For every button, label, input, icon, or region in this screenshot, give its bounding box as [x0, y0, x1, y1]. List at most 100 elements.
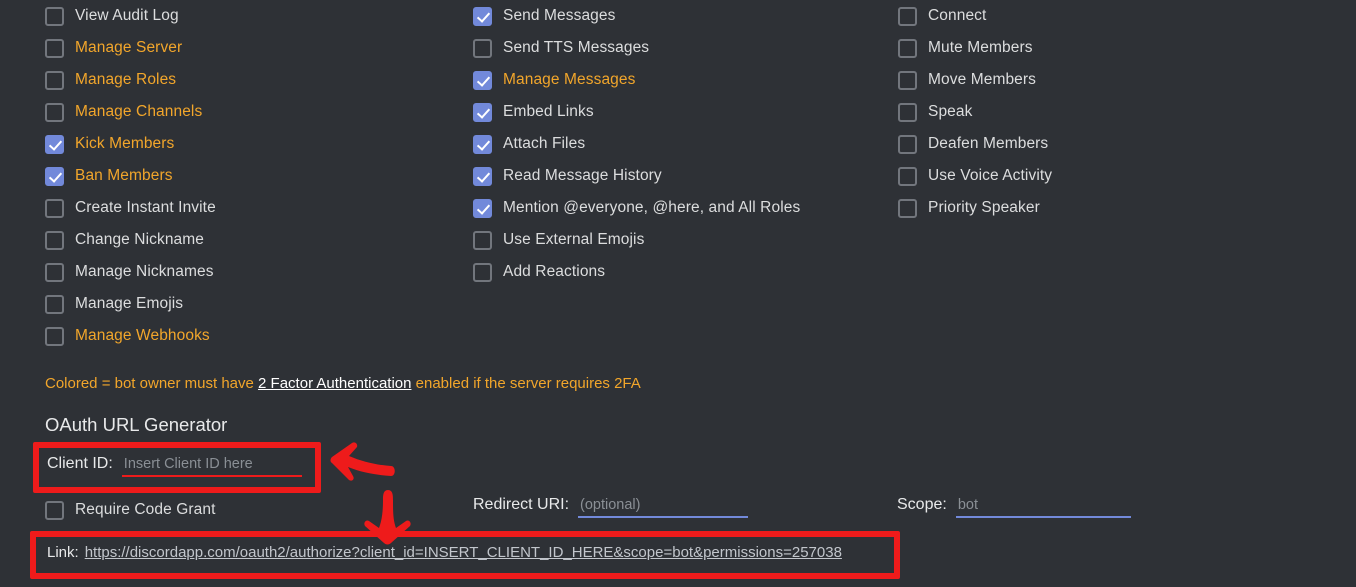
permission-checkbox[interactable]: [45, 294, 64, 314]
require-code-grant-label: Require Code Grant: [75, 501, 216, 518]
client-id-label: Client ID:: [47, 455, 113, 472]
permission-checkbox[interactable]: [45, 70, 64, 90]
generated-oauth-url[interactable]: https://discordapp.com/oauth2/authorize?…: [85, 544, 842, 561]
permission-label: Manage Webhooks: [75, 327, 210, 344]
permission-label: Manage Nicknames: [75, 263, 214, 280]
permission-checkbox[interactable]: [473, 70, 492, 90]
permission-label: Manage Messages: [503, 71, 636, 88]
permission-checkbox[interactable]: [473, 262, 492, 282]
permission-row[interactable]: View Audit Log: [45, 0, 216, 32]
permission-row[interactable]: Connect: [898, 0, 1052, 32]
permission-checkbox[interactable]: [45, 198, 64, 218]
permission-row[interactable]: Read Message History: [473, 160, 800, 192]
permission-row[interactable]: Use External Emojis: [473, 224, 800, 256]
permission-row[interactable]: Kick Members: [45, 128, 216, 160]
permission-label: Use Voice Activity: [928, 167, 1053, 184]
permission-label: Send TTS Messages: [503, 39, 650, 56]
permission-label: Read Message History: [503, 167, 662, 184]
permission-label: Deafen Members: [928, 135, 1049, 152]
permission-label: Manage Emojis: [75, 295, 184, 312]
permission-row[interactable]: Manage Webhooks: [45, 320, 216, 352]
permission-checkbox[interactable]: [473, 198, 492, 218]
client-id-input[interactable]: [121, 456, 302, 477]
permission-checkbox[interactable]: [45, 166, 64, 186]
permission-row[interactable]: Speak: [898, 96, 1052, 128]
permission-checkbox[interactable]: [473, 134, 492, 154]
permission-checkbox[interactable]: [45, 102, 64, 122]
redirect-uri-input[interactable]: [578, 497, 749, 518]
permission-checkbox[interactable]: [45, 230, 64, 250]
permission-checkbox[interactable]: [473, 38, 492, 58]
permission-label: Manage Roles: [75, 71, 177, 88]
permission-row[interactable]: Mention @everyone, @here, and All Roles: [473, 192, 800, 224]
arrow-left-icon: [330, 442, 395, 481]
permission-row[interactable]: Manage Server: [45, 32, 216, 64]
permission-row[interactable]: Add Reactions: [473, 256, 800, 288]
bot-permissions-page: View Audit Log Manage Server Manage Roles M…: [0, 0, 1356, 587]
permission-label: Manage Channels: [75, 103, 203, 120]
permission-row[interactable]: Manage Emojis: [45, 288, 216, 320]
permission-row[interactable]: Attach Files: [473, 128, 800, 160]
permission-checkbox[interactable]: [898, 70, 917, 90]
permission-checkbox[interactable]: [473, 6, 492, 26]
permission-checkbox[interactable]: [898, 166, 917, 186]
two-factor-note-after: enabled if the server requires 2FA: [411, 375, 641, 392]
permission-label: View Audit Log: [75, 7, 179, 24]
permission-label: Mute Members: [928, 39, 1033, 56]
permission-column-voice: Connect Mute Members Move Members Speak Deaf…: [898, 0, 1052, 224]
permission-label: Move Members: [928, 71, 1037, 88]
permission-row[interactable]: Embed Links: [473, 96, 800, 128]
permission-checkbox[interactable]: [898, 134, 917, 154]
permission-label: Add Reactions: [503, 263, 606, 280]
permission-checkbox[interactable]: [473, 102, 492, 122]
permission-checkbox[interactable]: [45, 326, 64, 346]
permission-checkbox[interactable]: [45, 6, 64, 26]
permission-label: Use External Emojis: [503, 231, 645, 248]
permission-row[interactable]: Create Instant Invite: [45, 192, 216, 224]
permission-row[interactable]: Manage Roles: [45, 64, 216, 96]
scope-row: Scope:: [897, 496, 1131, 518]
permission-row[interactable]: Mute Members: [898, 32, 1052, 64]
permission-row[interactable]: Send Messages: [473, 0, 800, 32]
permission-column-general: View Audit Log Manage Server Manage Roles M…: [45, 0, 216, 352]
permission-checkbox[interactable]: [45, 134, 64, 154]
permission-checkbox[interactable]: [898, 6, 917, 26]
permission-row[interactable]: Manage Nicknames: [45, 256, 216, 288]
permission-row[interactable]: Deafen Members: [898, 128, 1052, 160]
redirect-uri-row: Redirect URI:: [473, 496, 749, 518]
scope-input[interactable]: [955, 497, 1131, 518]
permission-label: Send Messages: [503, 7, 616, 24]
generated-link-row: Link: https://discordapp.com/oauth2/auth…: [47, 544, 842, 561]
oauth-url-generator-heading: OAuth URL Generator: [45, 414, 228, 435]
permission-row[interactable]: Priority Speaker: [898, 192, 1052, 224]
two-factor-note-before: Colored = bot owner must have: [45, 375, 259, 392]
permission-checkbox[interactable]: [898, 198, 917, 218]
require-code-grant-checkbox[interactable]: [45, 500, 64, 520]
permission-label: Connect: [928, 7, 987, 24]
permission-label: Manage Server: [75, 39, 183, 56]
permission-checkbox[interactable]: [45, 38, 64, 58]
permission-label: Create Instant Invite: [75, 199, 216, 216]
permission-label: Ban Members: [75, 167, 173, 184]
permission-label: Embed Links: [503, 103, 594, 120]
permission-checkbox[interactable]: [45, 262, 64, 282]
permission-row[interactable]: Use Voice Activity: [898, 160, 1052, 192]
permission-checkbox[interactable]: [473, 166, 492, 186]
permission-checkbox[interactable]: [473, 230, 492, 250]
redirect-uri-label: Redirect URI:: [473, 496, 570, 513]
permission-label: Mention @everyone, @here, and All Roles: [503, 199, 801, 216]
permission-checkbox[interactable]: [898, 102, 917, 122]
link-label: Link:: [47, 544, 79, 561]
permission-label: Priority Speaker: [928, 199, 1040, 216]
permission-row[interactable]: Manage Channels: [45, 96, 216, 128]
permission-row[interactable]: Change Nickname: [45, 224, 216, 256]
permission-row[interactable]: Manage Messages: [473, 64, 800, 96]
two-factor-authentication-link[interactable]: 2 Factor Authentication: [258, 375, 411, 392]
permission-row[interactable]: Send TTS Messages: [473, 32, 800, 64]
permission-checkbox[interactable]: [898, 38, 917, 58]
require-code-grant-row[interactable]: Require Code Grant: [45, 494, 216, 526]
two-factor-note: Colored = bot owner must have 2 Factor A…: [45, 375, 641, 392]
permission-label: Speak: [928, 103, 973, 120]
permission-row[interactable]: Ban Members: [45, 160, 216, 192]
permission-row[interactable]: Move Members: [898, 64, 1052, 96]
